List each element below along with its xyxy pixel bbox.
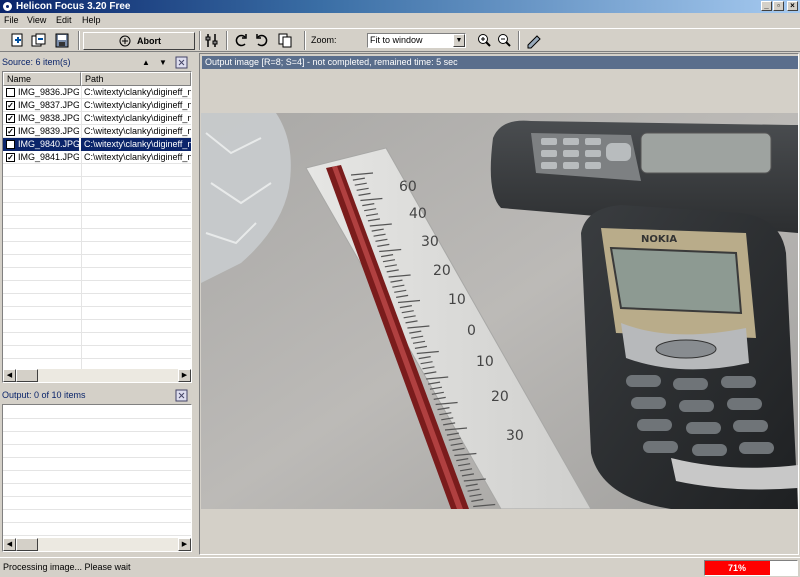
nokia-phone: NOKIA (581, 205, 798, 509)
progress-label: 71% (727, 563, 746, 573)
title-bar: Helicon Focus 3.20 Free _ ▫ × (0, 0, 800, 13)
menu-view[interactable]: View (27, 15, 46, 25)
zoom-out-icon[interactable] (495, 32, 513, 49)
toolbar: Abort Zoom: Fit to window ▼ (0, 28, 800, 52)
zoom-select[interactable]: Fit to window ▼ (367, 33, 466, 48)
output-title: Output: 0 of 10 items (2, 390, 86, 400)
move-up-icon[interactable]: ▲ (142, 55, 150, 70)
save-icon[interactable] (53, 32, 71, 49)
chevron-down-icon[interactable]: ▼ (453, 34, 465, 47)
output-header: Output: 0 of 10 items (2, 388, 192, 403)
status-text: Processing image... Please wait (3, 562, 131, 572)
scroll-right-icon[interactable]: ▶ (178, 369, 191, 382)
therm-label: 10 (476, 354, 494, 370)
therm-label: 60 (399, 179, 417, 195)
column-path[interactable]: Path (81, 72, 191, 86)
zoom-in-icon[interactable] (475, 32, 493, 49)
file-path: C:\witexty\clanky\digineff_ne (84, 152, 191, 162)
zoom-label: Zoom: (311, 35, 337, 45)
rotate-left-icon[interactable] (232, 32, 250, 49)
source-title: Source: 6 item(s) (2, 57, 71, 67)
window-title: Helicon Focus 3.20 Free (16, 1, 131, 12)
menu-file[interactable]: File (4, 15, 19, 25)
file-path: C:\witexty\clanky\digineff_ne (84, 87, 191, 97)
scroll-right-icon[interactable]: ▶ (178, 538, 191, 551)
checkbox[interactable]: ✓ (6, 140, 15, 149)
file-name: IMG_9837.JPG (18, 100, 79, 110)
source-scrollbar[interactable]: ◀ ▶ (3, 369, 191, 382)
image-caption: Output image [R=8; S=4] - not completed,… (202, 56, 798, 69)
therm-label: 40 (409, 206, 427, 222)
add-folder-icon[interactable] (30, 32, 48, 49)
rotate-right-icon[interactable] (253, 32, 271, 49)
file-path: C:\witexty\clanky\digineff_ne (84, 113, 191, 123)
therm-label: 10 (448, 292, 466, 308)
image-panel: Output image [R=8; S=4] - not completed,… (199, 53, 799, 555)
file-name: IMG_9840.JPG (18, 139, 79, 149)
checkbox[interactable]: ✓ (6, 114, 15, 123)
close-button[interactable]: × (787, 1, 798, 11)
list-item[interactable]: ✓ IMG_9840.JPG C:\witexty\clanky\digineff_… (3, 138, 191, 151)
checkbox[interactable] (6, 88, 15, 97)
checkbox[interactable]: ✓ (6, 127, 15, 136)
register-icon[interactable] (525, 32, 543, 49)
maximize-button[interactable]: ▫ (773, 1, 784, 11)
output-scrollbar[interactable]: ◀ ▶ (3, 538, 191, 551)
move-down-icon[interactable]: ▼ (159, 55, 167, 70)
settings-icon[interactable] (203, 32, 221, 49)
minimize-button[interactable]: _ (761, 1, 772, 11)
checkbox[interactable]: ✓ (6, 153, 15, 162)
checkbox[interactable]: ✓ (6, 101, 15, 110)
abort-label: Abort (137, 36, 161, 46)
list-item[interactable]: ✓ IMG_9841.JPG C:\witexty\clanky\digineff_… (3, 151, 191, 164)
status-bar: Processing image... Please wait 71% (0, 557, 800, 577)
source-header: Source: 6 item(s) ▲ ▼ (2, 55, 192, 70)
menu-bar: File View Edit Help (0, 13, 800, 28)
scroll-thumb[interactable] (16, 538, 38, 551)
file-name: IMG_9838.JPG (18, 113, 79, 123)
list-item[interactable]: IMG_9836.JPG C:\witexty\clanky\digineff_n… (3, 86, 191, 99)
scroll-thumb[interactable] (16, 369, 38, 382)
file-path: C:\witexty\clanky\digineff_ne (84, 100, 191, 110)
therm-label: 30 (506, 428, 524, 444)
abort-button[interactable]: Abort (83, 32, 195, 50)
file-name: IMG_9839.JPG (18, 126, 79, 136)
therm-label: 30 (421, 234, 439, 250)
list-item[interactable]: ✓ IMG_9838.JPG C:\witexty\clanky\digineff_… (3, 112, 191, 125)
output-image[interactable]: 60 40 30 20 10 0 10 20 30 NOKIA (201, 113, 798, 509)
file-path: C:\witexty\clanky\digineff_ne (84, 126, 191, 136)
clear-output-icon[interactable] (175, 389, 188, 402)
list-item[interactable]: ✓ IMG_9839.JPG C:\witexty\clanky\digineff_… (3, 125, 191, 138)
phone-brand: NOKIA (641, 234, 677, 245)
progress-bar: 71% (704, 560, 798, 576)
app-icon (2, 1, 13, 12)
therm-label: 0 (467, 323, 476, 339)
list-item[interactable]: ✓ IMG_9837.JPG C:\witexty\clanky\digineff_… (3, 99, 191, 112)
file-name: IMG_9841.JPG (18, 152, 79, 162)
output-list: ◀ ▶ (2, 404, 192, 552)
column-name[interactable]: Name (3, 72, 81, 86)
copy-icon[interactable] (276, 32, 294, 49)
photo-render: 60 40 30 20 10 0 10 20 30 NOKIA (201, 113, 798, 509)
menu-edit[interactable]: Edit (56, 15, 72, 25)
file-name: IMG_9836.JPG (18, 87, 79, 97)
zoom-value: Fit to window (370, 35, 423, 45)
menu-help[interactable]: Help (82, 15, 101, 25)
scroll-left-icon[interactable]: ◀ (3, 369, 16, 382)
therm-label: 20 (491, 389, 509, 405)
file-path: C:\witexty\clanky\digineff_ne (81, 138, 191, 151)
add-images-icon[interactable] (9, 32, 27, 49)
therm-label: 20 (433, 263, 451, 279)
remove-source-icon[interactable] (175, 56, 188, 69)
source-list: Name Path IMG_9836.JPG C:\witexty\clanky\… (2, 71, 192, 383)
scroll-left-icon[interactable]: ◀ (3, 538, 16, 551)
abort-icon (118, 34, 132, 48)
